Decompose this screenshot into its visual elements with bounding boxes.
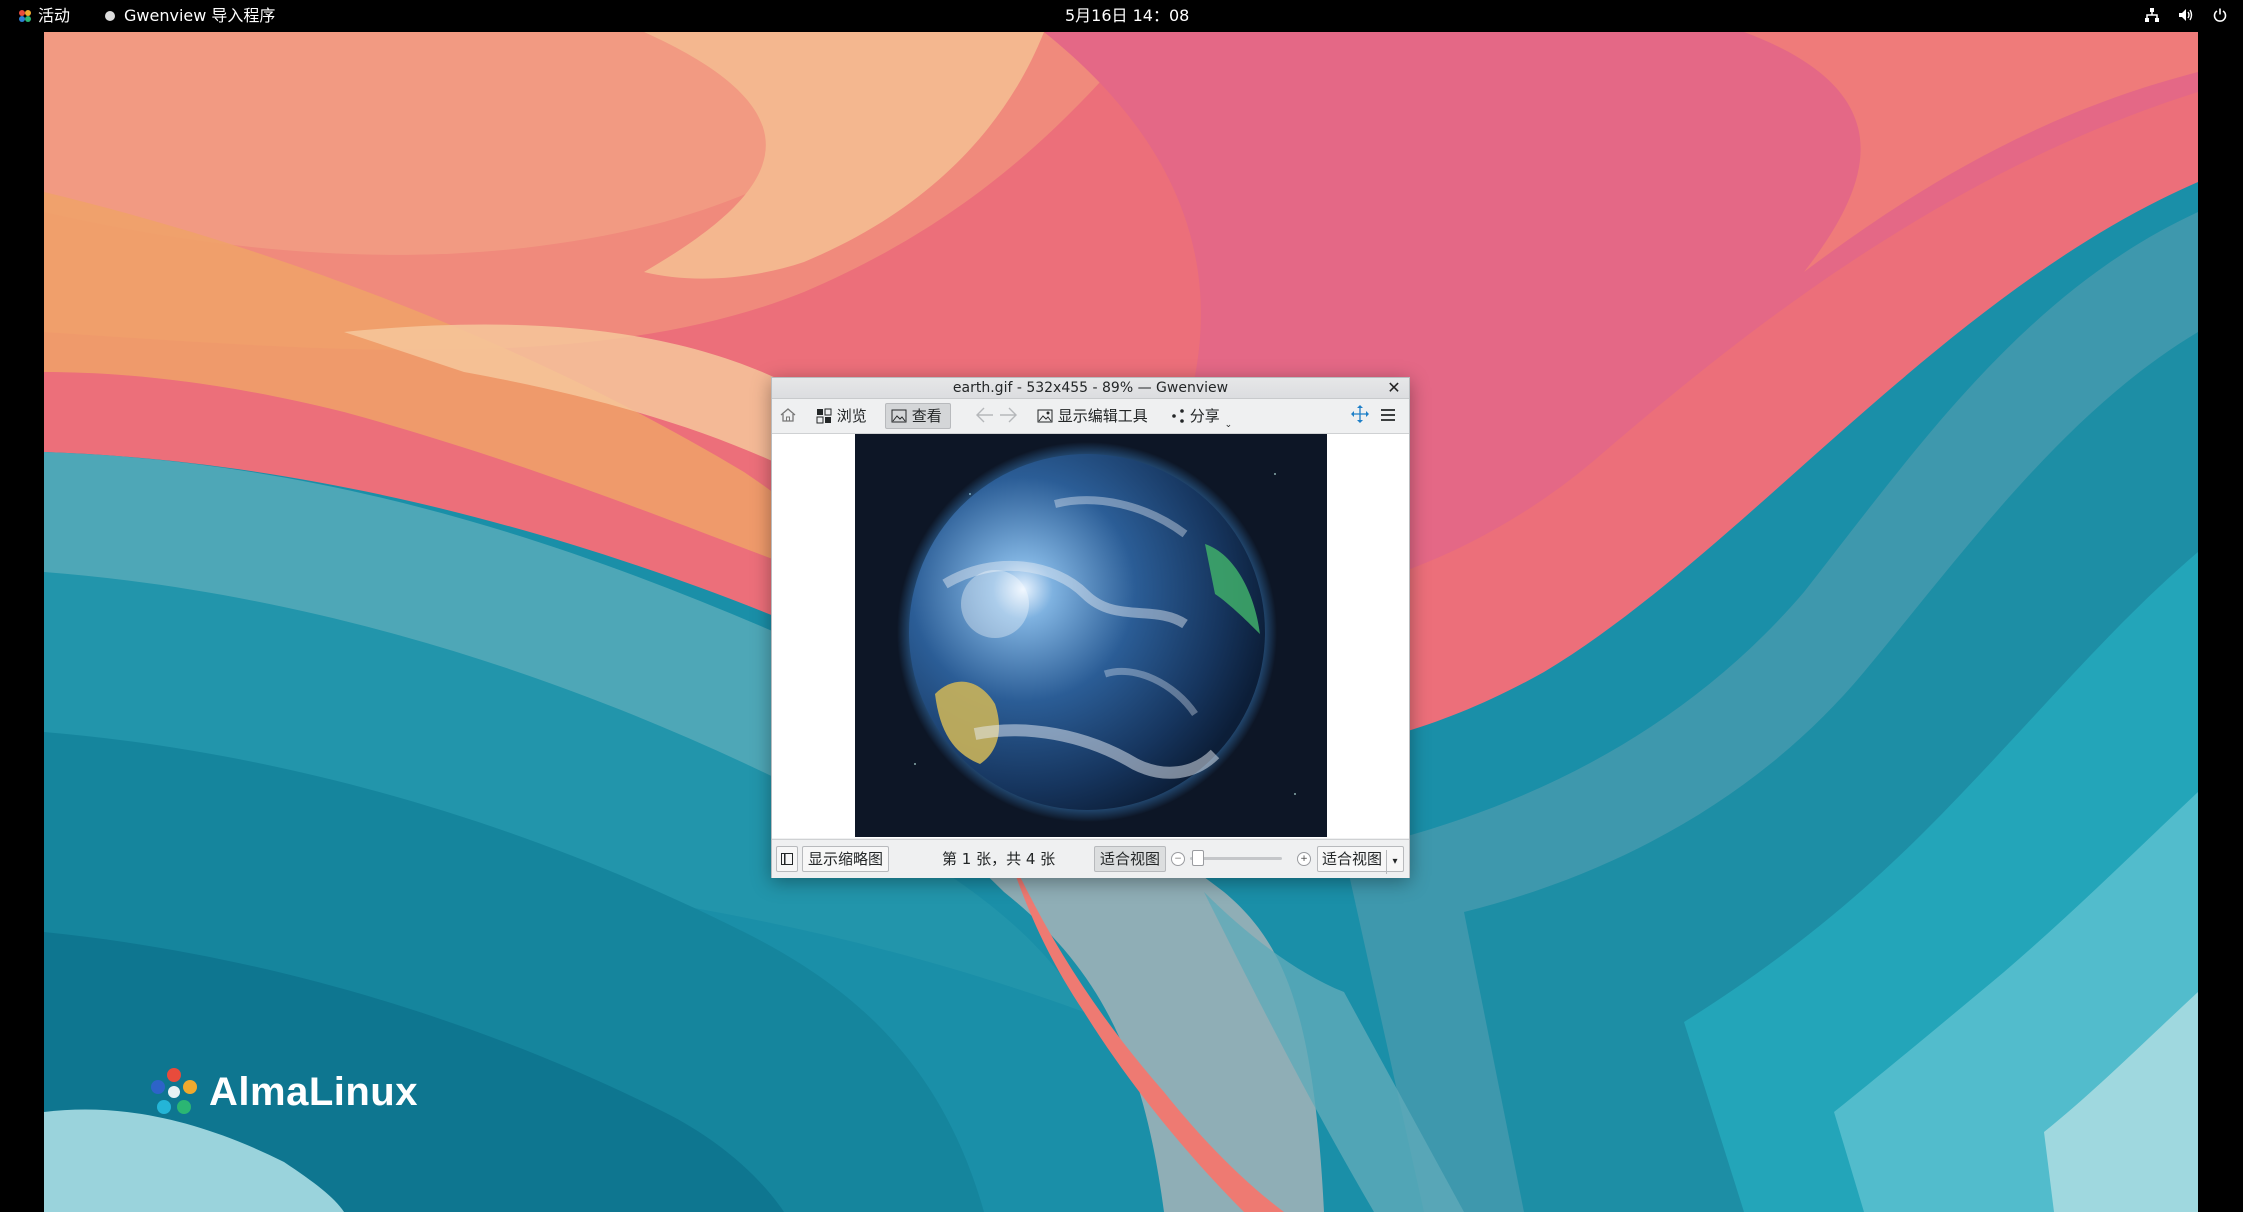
toggle-sidebar-button[interactable] bbox=[776, 846, 798, 872]
activities-label: 活动 bbox=[38, 6, 71, 25]
share-button[interactable]: 分享 ⌄ bbox=[1171, 403, 1233, 430]
fullscreen-arrows-icon bbox=[1351, 405, 1369, 423]
window-title: earth.gif - 532x455 - 89% — Gwenview bbox=[952, 380, 1229, 396]
dropdown-indicator-icon: ⌄ bbox=[1224, 420, 1233, 430]
power-icon bbox=[2213, 1, 2227, 33]
network-icon bbox=[2144, 1, 2159, 33]
browse-grid-icon bbox=[816, 408, 832, 424]
volume-icon bbox=[2178, 1, 2194, 33]
arrow-right-icon bbox=[1000, 407, 1017, 423]
fullscreen-button[interactable] bbox=[1349, 403, 1371, 429]
share-label: 分享 bbox=[1189, 407, 1220, 425]
earth-globe-image bbox=[855, 434, 1327, 837]
system-tray[interactable] bbox=[2131, 0, 2227, 32]
show-thumbnails-button[interactable]: 显示缩略图 bbox=[802, 846, 890, 872]
image-viewer[interactable] bbox=[772, 434, 1409, 838]
view-label: 查看 bbox=[911, 407, 942, 425]
share-icon bbox=[1172, 409, 1184, 423]
main-toolbar: 浏览 查看 显示编辑工具 分享 ⌄ bbox=[772, 399, 1409, 434]
next-image-button[interactable] bbox=[998, 403, 1018, 429]
status-bar: 显示缩略图 第 1 张，共 4 张 适合视图 − + 适合视图 ▾ bbox=[772, 839, 1409, 878]
zoom-select-value: 适合视图 bbox=[1322, 850, 1383, 868]
clock[interactable]: 5月16日 14：08 bbox=[1065, 0, 1189, 32]
zoom-in-button[interactable]: + bbox=[1297, 852, 1311, 866]
arrow-left-icon bbox=[976, 407, 993, 423]
edit-tools-label: 显示编辑工具 bbox=[1057, 407, 1148, 425]
zoom-out-icon: − bbox=[1174, 854, 1182, 864]
home-icon bbox=[780, 408, 796, 422]
show-edit-tools-button[interactable]: 显示编辑工具 bbox=[1037, 403, 1148, 429]
sidebar-icon bbox=[781, 853, 793, 865]
fit-view-button[interactable]: 适合视图 bbox=[1094, 846, 1167, 872]
zoom-in-icon: + bbox=[1300, 854, 1308, 864]
activities-button[interactable]: 活动 bbox=[18, 0, 70, 32]
edit-image-icon bbox=[1037, 409, 1053, 423]
app-menu-label: Gwenview 导入程序 bbox=[124, 6, 276, 25]
almalinux-logo-icon bbox=[19, 10, 31, 22]
close-button[interactable]: ✕ bbox=[1385, 379, 1403, 397]
view-image-icon bbox=[891, 409, 907, 423]
window-titlebar[interactable]: earth.gif - 532x455 - 89% — Gwenview ✕ bbox=[772, 378, 1409, 399]
close-icon: ✕ bbox=[1387, 378, 1401, 397]
previous-image-button[interactable] bbox=[975, 403, 995, 429]
browse-label: 浏览 bbox=[836, 407, 867, 425]
earth-image[interactable] bbox=[855, 434, 1327, 837]
app-icon bbox=[105, 11, 115, 21]
app-menu[interactable]: Gwenview 导入程序 bbox=[105, 0, 275, 32]
zoom-select[interactable]: 适合视图 ▾ bbox=[1317, 846, 1405, 874]
zoom-out-button[interactable]: − bbox=[1171, 852, 1185, 866]
zoom-slider-handle[interactable] bbox=[1192, 850, 1204, 866]
almalinux-wordmark: AlmaLinux bbox=[209, 1069, 418, 1114]
hamburger-menu-button[interactable] bbox=[1379, 403, 1397, 429]
almalinux-flower-icon bbox=[151, 1068, 197, 1114]
image-count-label: 第 1 张，共 4 张 bbox=[942, 850, 1056, 868]
chevron-down-icon: ▾ bbox=[1386, 850, 1403, 874]
home-button[interactable] bbox=[776, 403, 800, 429]
browse-button[interactable]: 浏览 bbox=[816, 403, 867, 429]
hamburger-icon bbox=[1381, 409, 1395, 421]
gwenview-window[interactable]: earth.gif - 532x455 - 89% — Gwenview ✕ 浏… bbox=[771, 377, 1410, 878]
view-button[interactable]: 查看 bbox=[885, 403, 951, 429]
top-panel: 活动 Gwenview 导入程序 5月16日 14：08 bbox=[0, 0, 2243, 32]
almalinux-logo: AlmaLinux bbox=[147, 1062, 418, 1122]
